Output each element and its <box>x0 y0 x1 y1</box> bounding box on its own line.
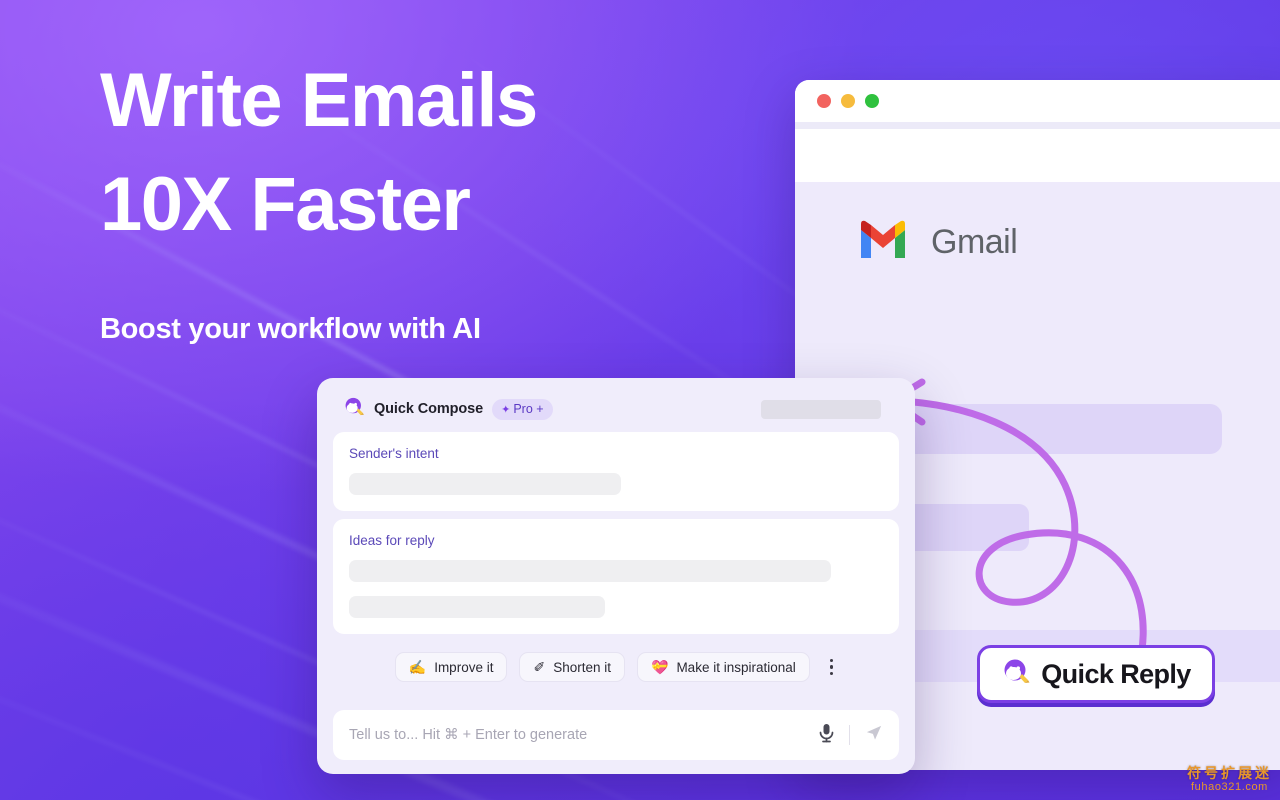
microphone-icon[interactable] <box>818 723 835 748</box>
gmail-logo-icon <box>857 220 909 265</box>
window-titlebar <box>795 80 1280 122</box>
quick-reply-badge[interactable]: Quick Reply <box>977 645 1215 703</box>
quick-compose-title: Quick Compose <box>374 401 484 417</box>
minimize-button[interactable] <box>841 94 855 108</box>
window-toolbar <box>795 129 1280 182</box>
watermark-text-cn: 符号扩展迷 <box>1187 765 1272 782</box>
window-tab-strip <box>795 122 1280 129</box>
quick-compose-panel: Quick Compose ✦ Pro + Sender's intent Id… <box>317 378 915 774</box>
watermark: 符号扩展迷 fuhao321.com <box>1187 765 1272 794</box>
senders-intent-label: Sender's intent <box>349 446 439 461</box>
close-button[interactable] <box>817 94 831 108</box>
senders-intent-field[interactable]: Sender's intent <box>333 432 899 511</box>
pro-badge[interactable]: ✦ Pro + <box>492 398 553 420</box>
make-it-inspirational-button[interactable]: 💝 Make it inspirational <box>637 652 810 682</box>
placeholder-bar <box>349 596 605 618</box>
headline-line-2-wrapper: 10X Faster <box>100 160 472 250</box>
hero-headline: Write Emails 10X Faster <box>100 56 720 250</box>
make-it-inspirational-label: Make it inspirational <box>676 659 796 675</box>
improve-it-button[interactable]: ✍️ Improve it <box>394 652 508 682</box>
hero-subtitle: Boost your workflow with AI <box>100 313 481 345</box>
mascot-icon <box>343 396 365 423</box>
improve-it-label: Improve it <box>434 659 494 675</box>
placeholder-bar <box>349 560 831 582</box>
headline-line-1: Write Emails <box>100 58 538 143</box>
mascot-icon <box>1001 657 1031 692</box>
pen-icon: ✐️ <box>533 659 546 675</box>
shorten-it-label: Shorten it <box>553 659 611 675</box>
ideas-for-reply-field[interactable]: Ideas for reply <box>333 519 899 634</box>
watermark-url: fuhao321.com <box>1191 781 1268 794</box>
prompt-input[interactable]: Tell us to... Hit ⌘ + Enter to generate <box>333 710 899 760</box>
maximize-button[interactable] <box>865 94 879 108</box>
gmail-brand: Gmail <box>857 220 1280 265</box>
writing-hand-icon: ✍️ <box>408 659 427 675</box>
shorten-it-button[interactable]: ✐️ Shorten it <box>519 652 625 682</box>
ideas-for-reply-label: Ideas for reply <box>349 533 435 548</box>
input-divider <box>849 725 850 745</box>
prompt-input-placeholder: Tell us to... Hit ⌘ + Enter to generate <box>349 727 588 743</box>
headline-line-2: 10X Faster <box>100 162 471 247</box>
header-placeholder-bar <box>761 399 881 419</box>
heart-ribbon-icon: 💝 <box>651 659 669 675</box>
quick-compose-header: Quick Compose ✦ Pro + <box>333 394 899 424</box>
pro-badge-label: Pro + <box>513 402 544 416</box>
kebab-menu-icon[interactable] <box>826 653 838 682</box>
quick-reply-label: Quick Reply <box>1041 658 1191 689</box>
send-icon[interactable] <box>864 723 883 747</box>
gmail-wordmark: Gmail <box>931 223 1018 261</box>
prompt-input-icons <box>818 723 883 748</box>
sparkle-icon: ✦ <box>501 403 511 416</box>
placeholder-bar <box>349 473 621 495</box>
quick-compose-actions: ✍️ Improve it ✐️ Shorten it 💝 Make it in… <box>333 652 899 682</box>
